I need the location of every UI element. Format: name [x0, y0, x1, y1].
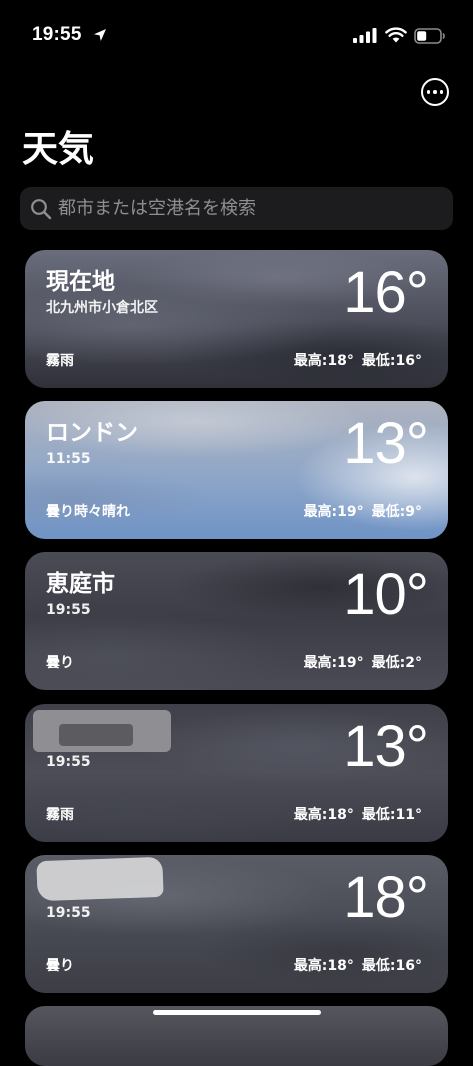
- high-low-temperature: 最高:18° 最低:11°: [294, 806, 422, 824]
- current-temperature: 13°: [343, 411, 429, 476]
- high-temperature: 最高:18°: [293, 807, 354, 823]
- redaction-mark: [59, 724, 133, 746]
- location-name: ロンドン: [46, 420, 138, 446]
- redacted-location-name: [36, 856, 164, 902]
- high-low-temperature: 最高:18° 最低:16°: [294, 957, 422, 975]
- current-temperature: 16°: [343, 260, 429, 325]
- low-temperature: 最低:11°: [361, 807, 422, 823]
- location-subtitle: 19:55: [46, 754, 91, 770]
- redacted-location-name: [33, 710, 171, 752]
- high-temperature: 最高:18°: [293, 353, 354, 369]
- weather-condition: 曇り時々晴れ: [46, 504, 130, 520]
- location-card-current[interactable]: 現在地 北九州市小倉北区 16° 霧雨 最高:18° 最低:16°: [25, 250, 448, 388]
- location-card-eniwa[interactable]: 恵庭市 19:55 10° 曇り 最高:19° 最低:2°: [25, 552, 448, 690]
- location-subtitle: 北九州市小倉北区: [46, 300, 158, 316]
- location-card-5[interactable]: 19:55 18° 曇り 最高:18° 最低:16°: [25, 855, 448, 993]
- current-temperature: 18°: [343, 865, 429, 930]
- high-low-temperature: 最高:19° 最低:2°: [304, 654, 422, 672]
- location-subtitle: 19:55: [46, 905, 91, 921]
- location-card-london[interactable]: ロンドン 11:55 13° 曇り時々晴れ 最高:19° 最低:9°: [25, 401, 448, 539]
- location-subtitle: 19:55: [46, 602, 91, 618]
- weather-condition: 曇り: [46, 958, 74, 974]
- high-temperature: 最高:19°: [303, 504, 364, 520]
- weather-condition: 霧雨: [46, 353, 74, 369]
- location-card-4[interactable]: 19:55 13° 霧雨 最高:18° 最低:11°: [25, 704, 448, 842]
- home-indicator[interactable]: [153, 1010, 321, 1015]
- location-name: 現在地: [46, 269, 115, 295]
- weather-condition: 曇り: [46, 655, 74, 671]
- low-temperature: 最低:16°: [361, 353, 422, 369]
- location-subtitle: 11:55: [46, 451, 91, 467]
- current-temperature: 13°: [343, 714, 429, 779]
- current-temperature: 10°: [343, 562, 429, 627]
- location-card-partial[interactable]: [25, 1006, 448, 1066]
- weather-condition: 霧雨: [46, 807, 74, 823]
- low-temperature: 最低:2°: [371, 655, 422, 671]
- high-low-temperature: 最高:18° 最低:16°: [294, 352, 422, 370]
- high-low-temperature: 最高:19° 最低:9°: [304, 503, 422, 521]
- location-list: 現在地 北九州市小倉北区 16° 霧雨 最高:18° 最低:16° ロンドン 11…: [0, 0, 473, 1066]
- low-temperature: 最低:9°: [371, 504, 422, 520]
- low-temperature: 最低:16°: [361, 958, 422, 974]
- high-temperature: 最高:18°: [293, 958, 354, 974]
- location-name: 恵庭市: [46, 571, 115, 597]
- high-temperature: 最高:19°: [303, 655, 364, 671]
